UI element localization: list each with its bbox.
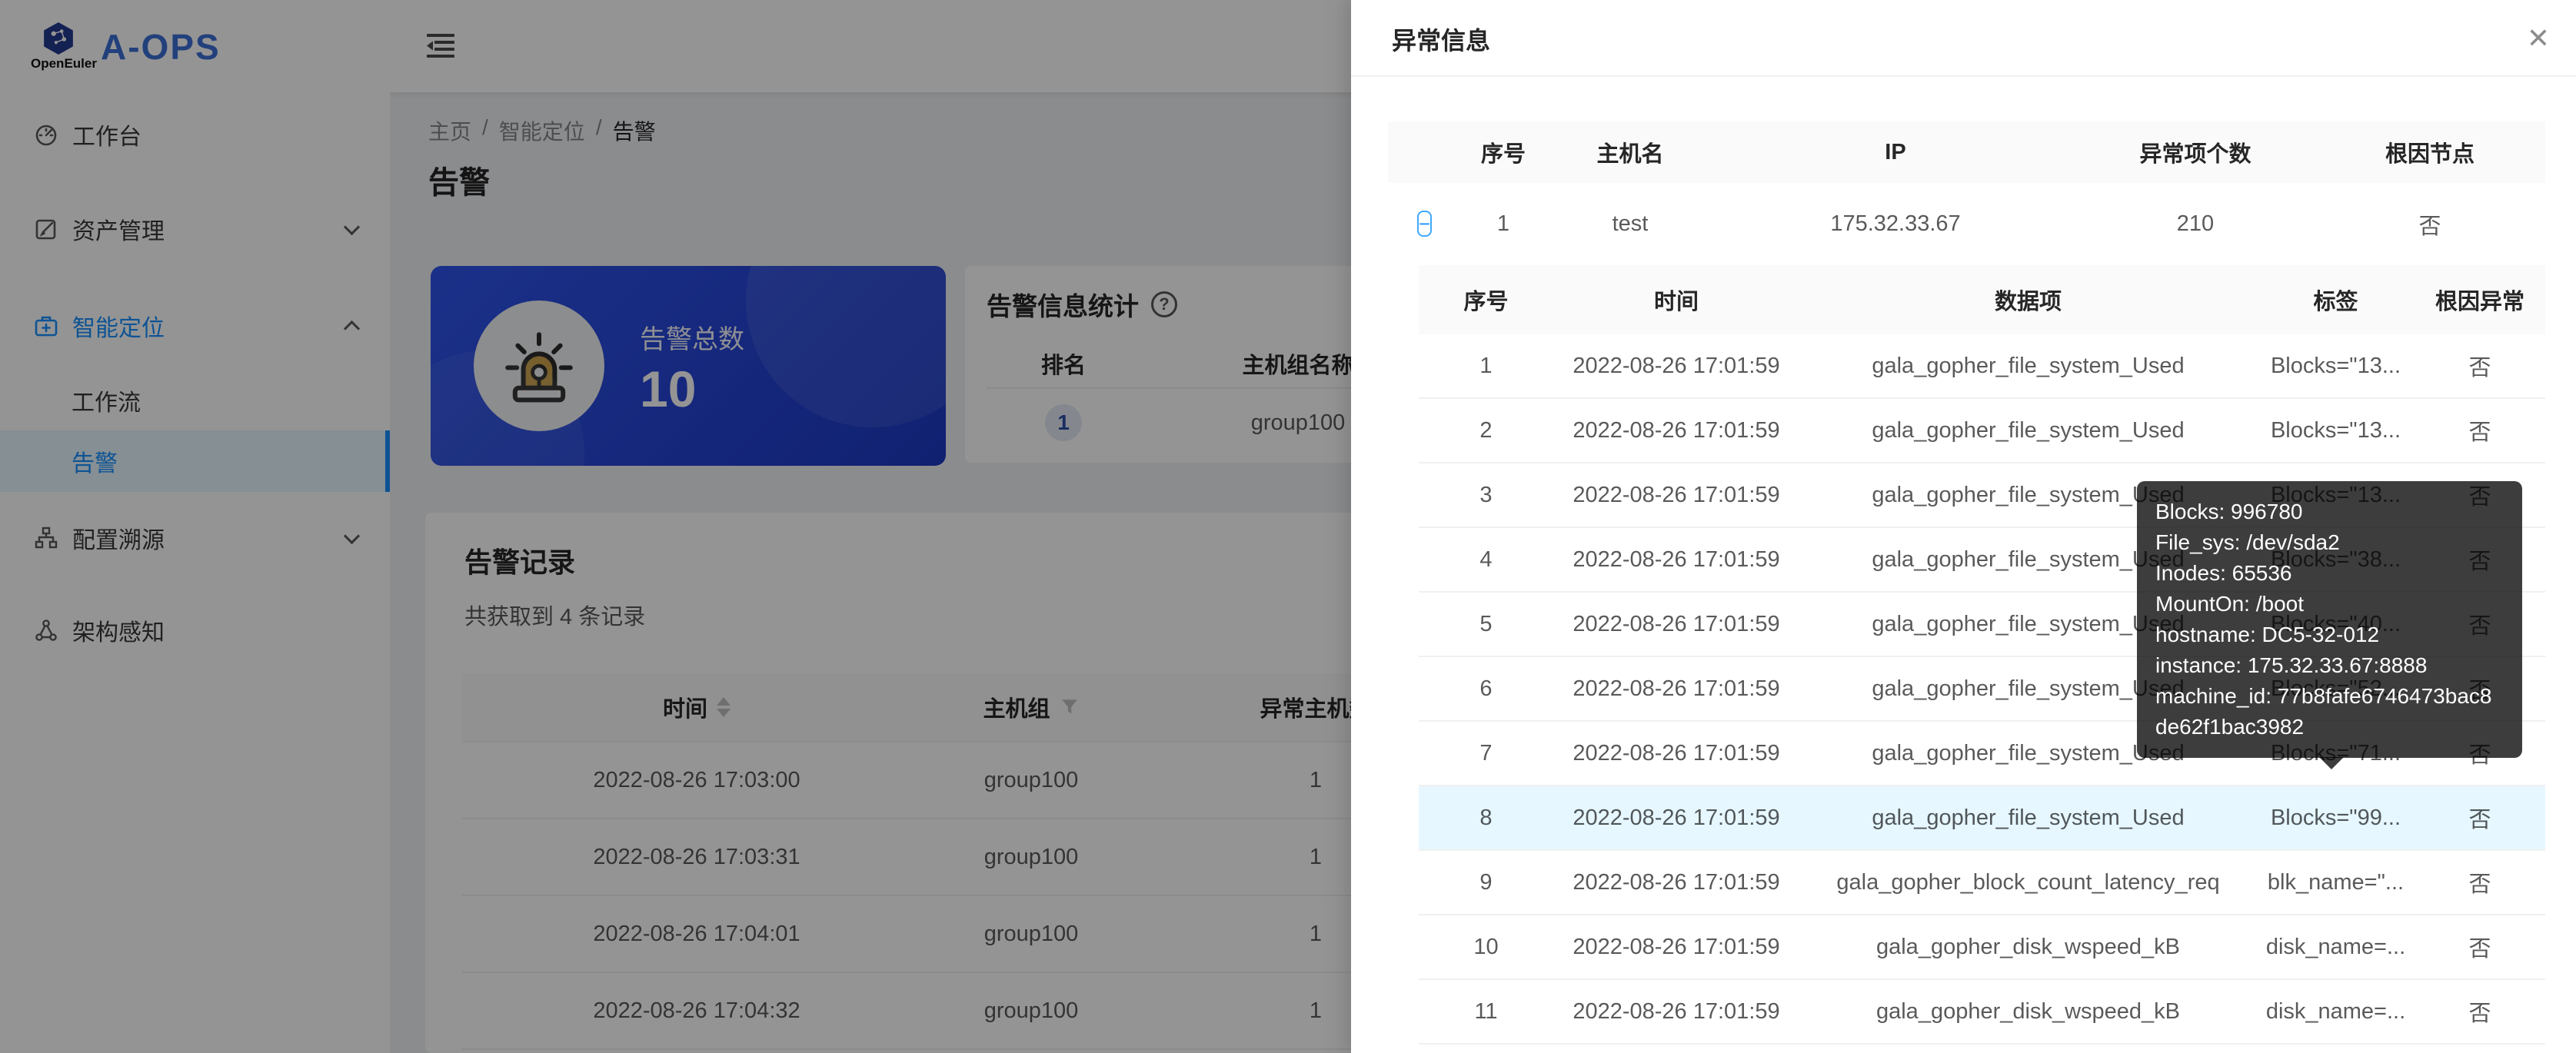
index-cell: 2 [1419, 418, 1553, 443]
label-cell[interactable]: blk_name="... [2257, 870, 2415, 895]
time-cell: 2022-08-26 17:01:59 [1553, 547, 1799, 573]
close-icon[interactable]: ✕ [2517, 18, 2560, 61]
ip-cell: 175.32.33.67 [1715, 211, 2076, 237]
root-abnormal-cell: 否 [2415, 350, 2545, 382]
exception-count-cell: 210 [2076, 211, 2315, 237]
table-row: 10 2022-08-26 17:01:59 gala_gopher_disk_… [1419, 915, 2545, 980]
metric-cell: gala_gopher_disk_wspeed_kB [1799, 999, 2257, 1025]
index-cell: 1 [1419, 354, 1553, 379]
index-cell: 5 [1419, 612, 1553, 637]
tooltip-line: Blocks: 996780 [2155, 497, 2504, 527]
tooltip-line: instance: 175.32.33.67:8888 [2155, 650, 2504, 681]
time-cell: 2022-08-26 17:01:59 [1553, 999, 1799, 1025]
drawer-header: 异常信息 ✕ [1351, 0, 2576, 77]
time-cell: 2022-08-26 17:01:59 [1553, 806, 1799, 831]
metric-cell: gala_gopher_file_system_Used [1799, 354, 2257, 379]
column-header-time: 时间 [1553, 284, 1799, 316]
time-cell: 2022-08-26 17:01:59 [1553, 612, 1799, 637]
index-cell: 4 [1419, 547, 1553, 573]
index-cell: 1 [1461, 211, 1546, 237]
time-cell: 2022-08-26 17:01:59 [1553, 935, 1799, 960]
table-row-hovered: 8 2022-08-26 17:01:59 gala_gopher_file_s… [1419, 786, 2545, 851]
index-cell: 11 [1419, 999, 1553, 1025]
root-abnormal-cell: 否 [2415, 866, 2545, 899]
modal-mask[interactable] [0, 0, 1351, 1053]
root-abnormal-cell: 否 [2415, 995, 2545, 1028]
root-abnormal-cell: 否 [2415, 802, 2545, 834]
host-row: − 1 test 175.32.33.67 210 否 [1388, 183, 2545, 265]
column-header-hostname: 主机名 [1546, 136, 1715, 168]
index-cell: 8 [1419, 806, 1553, 831]
column-header-label: 标签 [2257, 284, 2415, 316]
table-row: 1 2022-08-26 17:01:59 gala_gopher_file_s… [1419, 334, 2545, 399]
metric-cell: gala_gopher_file_system_Used [1799, 806, 2257, 831]
tooltip-arrow [2319, 757, 2344, 769]
time-cell: 2022-08-26 17:01:59 [1553, 354, 1799, 379]
root-abnormal-cell: 否 [2415, 414, 2545, 447]
time-cell: 2022-08-26 17:01:59 [1553, 870, 1799, 895]
label-cell[interactable]: disk_name=... [2257, 935, 2415, 960]
tooltip-line: hostname: DC5-32-012 [2155, 620, 2504, 650]
table-row: 9 2022-08-26 17:01:59 gala_gopher_block_… [1419, 851, 2545, 915]
column-header-ip: IP [1715, 140, 2076, 165]
index-cell: 6 [1419, 676, 1553, 702]
metric-cell: gala_gopher_block_count_latency_req [1799, 870, 2257, 895]
tooltip-line: File_sys: /dev/sda2 [2155, 527, 2504, 558]
collapse-row-button[interactable]: − [1417, 211, 1432, 237]
host-table: 序号 主机名 IP 异常项个数 根因节点 − 1 test 175.32.33.… [1388, 121, 2545, 265]
table-row: 2 2022-08-26 17:01:59 gala_gopher_file_s… [1419, 399, 2545, 463]
column-header-root-node: 根因节点 [2315, 136, 2545, 168]
tooltip-line: machine_id: 77b8fafe6746473bac8de62f1bac… [2155, 681, 2504, 742]
index-cell: 9 [1419, 870, 1553, 895]
column-header-root-abnormal: 根因异常 [2415, 284, 2545, 316]
table-row: 11 2022-08-26 17:01:59 gala_gopher_disk_… [1419, 980, 2545, 1045]
tooltip-line: MountOn: /boot [2155, 589, 2504, 620]
time-cell: 2022-08-26 17:01:59 [1553, 483, 1799, 508]
root-node-cell: 否 [2315, 208, 2545, 241]
hostname-cell: test [1546, 211, 1715, 237]
metric-cell: gala_gopher_disk_wspeed_kB [1799, 935, 2257, 960]
label-cell[interactable]: Blocks="13... [2257, 354, 2415, 379]
index-cell: 10 [1419, 935, 1553, 960]
column-header-index: 序号 [1461, 136, 1546, 168]
app-root: OpenEuler A-OPS 工作台 资产管理 [0, 0, 2576, 1053]
index-cell: 7 [1419, 741, 1553, 766]
label-cell[interactable]: Blocks="99... [2257, 806, 2415, 831]
table-header-row: 序号 时间 数据项 标签 根因异常 [1419, 265, 2545, 334]
label-cell[interactable]: disk_name=... [2257, 999, 2415, 1025]
index-cell: 3 [1419, 483, 1553, 508]
drawer-title: 异常信息 [1392, 22, 1490, 57]
label-tooltip: Blocks: 996780 File_sys: /dev/sda2 Inode… [2137, 481, 2522, 758]
label-cell[interactable]: Blocks="13... [2257, 418, 2415, 443]
exception-info-drawer: 异常信息 ✕ 序号 主机名 IP 异常项个数 根因节点 − 1 test 175… [1351, 0, 2576, 1053]
table-header-row: 序号 主机名 IP 异常项个数 根因节点 [1388, 121, 2545, 183]
time-cell: 2022-08-26 17:01:59 [1553, 676, 1799, 702]
column-header-exception-count: 异常项个数 [2076, 136, 2315, 168]
root-abnormal-cell: 否 [2415, 931, 2545, 963]
column-header-index: 序号 [1419, 284, 1553, 316]
tooltip-line: Inodes: 65536 [2155, 558, 2504, 589]
time-cell: 2022-08-26 17:01:59 [1553, 418, 1799, 443]
column-header-metric: 数据项 [1799, 284, 2257, 316]
time-cell: 2022-08-26 17:01:59 [1553, 741, 1799, 766]
metric-cell: gala_gopher_file_system_Used [1799, 418, 2257, 443]
